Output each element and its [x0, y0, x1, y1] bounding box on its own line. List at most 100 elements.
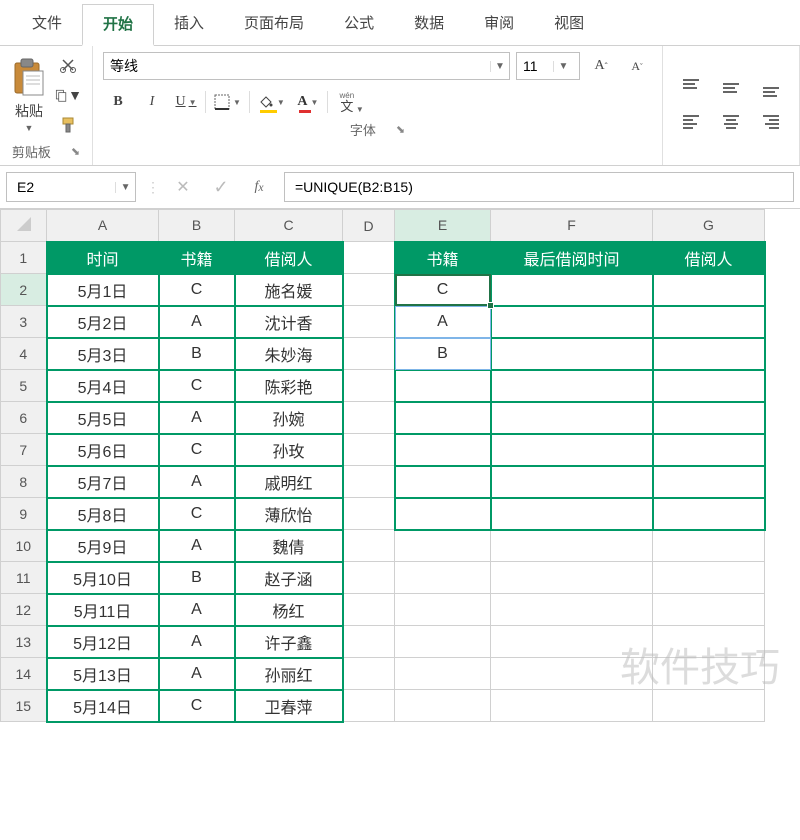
fx-button[interactable]: fx	[244, 173, 274, 201]
cell-A4[interactable]: 5月3日	[47, 338, 159, 370]
cell-F1[interactable]: 最后借阅时间	[491, 242, 653, 274]
cell-G2[interactable]	[653, 274, 765, 306]
cell-C10[interactable]: 魏倩	[235, 530, 343, 562]
tab-0[interactable]: 文件	[12, 4, 82, 45]
row-header-3[interactable]: 3	[1, 306, 47, 338]
cell-B12[interactable]: A	[159, 594, 235, 626]
cell-D13[interactable]	[343, 626, 395, 658]
cell-C2[interactable]: 施名媛	[235, 274, 343, 306]
cut-button[interactable]	[54, 52, 82, 78]
cell-C12[interactable]: 杨红	[235, 594, 343, 626]
cell-B9[interactable]: C	[159, 498, 235, 530]
cell-C13[interactable]: 许子鑫	[235, 626, 343, 658]
underline-button[interactable]: U▼	[171, 88, 201, 116]
cell-B3[interactable]: A	[159, 306, 235, 338]
row-header-8[interactable]: 8	[1, 466, 47, 498]
cell-E3[interactable]: A	[395, 306, 491, 338]
phonetic-button[interactable]: wén 文 ▼	[332, 88, 362, 116]
tab-7[interactable]: 视图	[534, 4, 604, 45]
column-header-E[interactable]: E	[395, 210, 491, 242]
cell-D6[interactable]	[343, 402, 395, 434]
align-middle-button[interactable]	[713, 73, 749, 103]
column-header-C[interactable]: C	[235, 210, 343, 242]
format-painter-button[interactable]	[54, 112, 82, 138]
cell-F15[interactable]	[491, 690, 653, 722]
name-box-input[interactable]	[7, 179, 115, 195]
cell-C7[interactable]: 孙玫	[235, 434, 343, 466]
column-header-G[interactable]: G	[653, 210, 765, 242]
clipboard-dialog-launcher[interactable]: ⬊	[71, 145, 80, 158]
cell-E10[interactable]	[395, 530, 491, 562]
cell-E12[interactable]	[395, 594, 491, 626]
cell-B6[interactable]: A	[159, 402, 235, 434]
tab-1[interactable]: 开始	[82, 4, 154, 46]
cell-A14[interactable]: 5月13日	[47, 658, 159, 690]
cell-B8[interactable]: A	[159, 466, 235, 498]
cell-G3[interactable]	[653, 306, 765, 338]
cell-A2[interactable]: 5月1日	[47, 274, 159, 306]
cell-E2[interactable]: C	[395, 274, 491, 306]
cell-C11[interactable]: 赵子涵	[235, 562, 343, 594]
cell-E1[interactable]: 书籍	[395, 242, 491, 274]
font-size-input[interactable]	[517, 58, 553, 74]
cell-G12[interactable]	[653, 594, 765, 626]
cell-G15[interactable]	[653, 690, 765, 722]
cell-A10[interactable]: 5月9日	[47, 530, 159, 562]
cell-B14[interactable]: A	[159, 658, 235, 690]
paste-button[interactable]: 粘贴 ▼	[10, 57, 48, 133]
select-all-corner[interactable]	[1, 210, 47, 242]
borders-button[interactable]: ▼	[210, 88, 245, 116]
cell-G11[interactable]	[653, 562, 765, 594]
cell-A8[interactable]: 5月7日	[47, 466, 159, 498]
cancel-formula-button[interactable]: ✕	[168, 173, 198, 201]
row-header-7[interactable]: 7	[1, 434, 47, 466]
cell-E7[interactable]	[395, 434, 491, 466]
cell-B1[interactable]: 书籍	[159, 242, 235, 274]
align-right-button[interactable]	[753, 107, 789, 137]
cell-D15[interactable]	[343, 690, 395, 722]
cell-G9[interactable]	[653, 498, 765, 530]
tab-5[interactable]: 数据	[394, 4, 464, 45]
row-header-12[interactable]: 12	[1, 594, 47, 626]
cell-F10[interactable]	[491, 530, 653, 562]
cell-A13[interactable]: 5月12日	[47, 626, 159, 658]
cell-D5[interactable]	[343, 370, 395, 402]
font-size-combo[interactable]: ▼	[516, 52, 580, 80]
cell-B4[interactable]: B	[159, 338, 235, 370]
cell-D3[interactable]	[343, 306, 395, 338]
tab-3[interactable]: 页面布局	[224, 4, 324, 45]
cell-C3[interactable]: 沈计香	[235, 306, 343, 338]
fill-color-button[interactable]: ▼	[254, 88, 289, 116]
cell-D14[interactable]	[343, 658, 395, 690]
cell-G8[interactable]	[653, 466, 765, 498]
column-header-D[interactable]: D	[343, 210, 395, 242]
cell-E6[interactable]	[395, 402, 491, 434]
cell-G14[interactable]	[653, 658, 765, 690]
cell-D10[interactable]	[343, 530, 395, 562]
row-header-14[interactable]: 14	[1, 658, 47, 690]
tab-6[interactable]: 审阅	[464, 4, 534, 45]
cell-B13[interactable]: A	[159, 626, 235, 658]
cell-C4[interactable]: 朱妙海	[235, 338, 343, 370]
tab-4[interactable]: 公式	[324, 4, 394, 45]
cell-A6[interactable]: 5月5日	[47, 402, 159, 434]
column-header-A[interactable]: A	[47, 210, 159, 242]
cell-F13[interactable]	[491, 626, 653, 658]
cell-A7[interactable]: 5月6日	[47, 434, 159, 466]
chevron-down-icon[interactable]: ▼	[115, 182, 135, 193]
cell-D11[interactable]	[343, 562, 395, 594]
cell-G7[interactable]	[653, 434, 765, 466]
cell-F14[interactable]	[491, 658, 653, 690]
row-header-9[interactable]: 9	[1, 498, 47, 530]
cell-E9[interactable]	[395, 498, 491, 530]
align-center-button[interactable]	[713, 107, 749, 137]
cell-F3[interactable]	[491, 306, 653, 338]
cell-B10[interactable]: A	[159, 530, 235, 562]
cell-G5[interactable]	[653, 370, 765, 402]
cell-E4[interactable]: B	[395, 338, 491, 370]
align-bottom-button[interactable]	[753, 73, 789, 103]
cell-B7[interactable]: C	[159, 434, 235, 466]
cell-F4[interactable]	[491, 338, 653, 370]
column-header-B[interactable]: B	[159, 210, 235, 242]
cell-D12[interactable]	[343, 594, 395, 626]
